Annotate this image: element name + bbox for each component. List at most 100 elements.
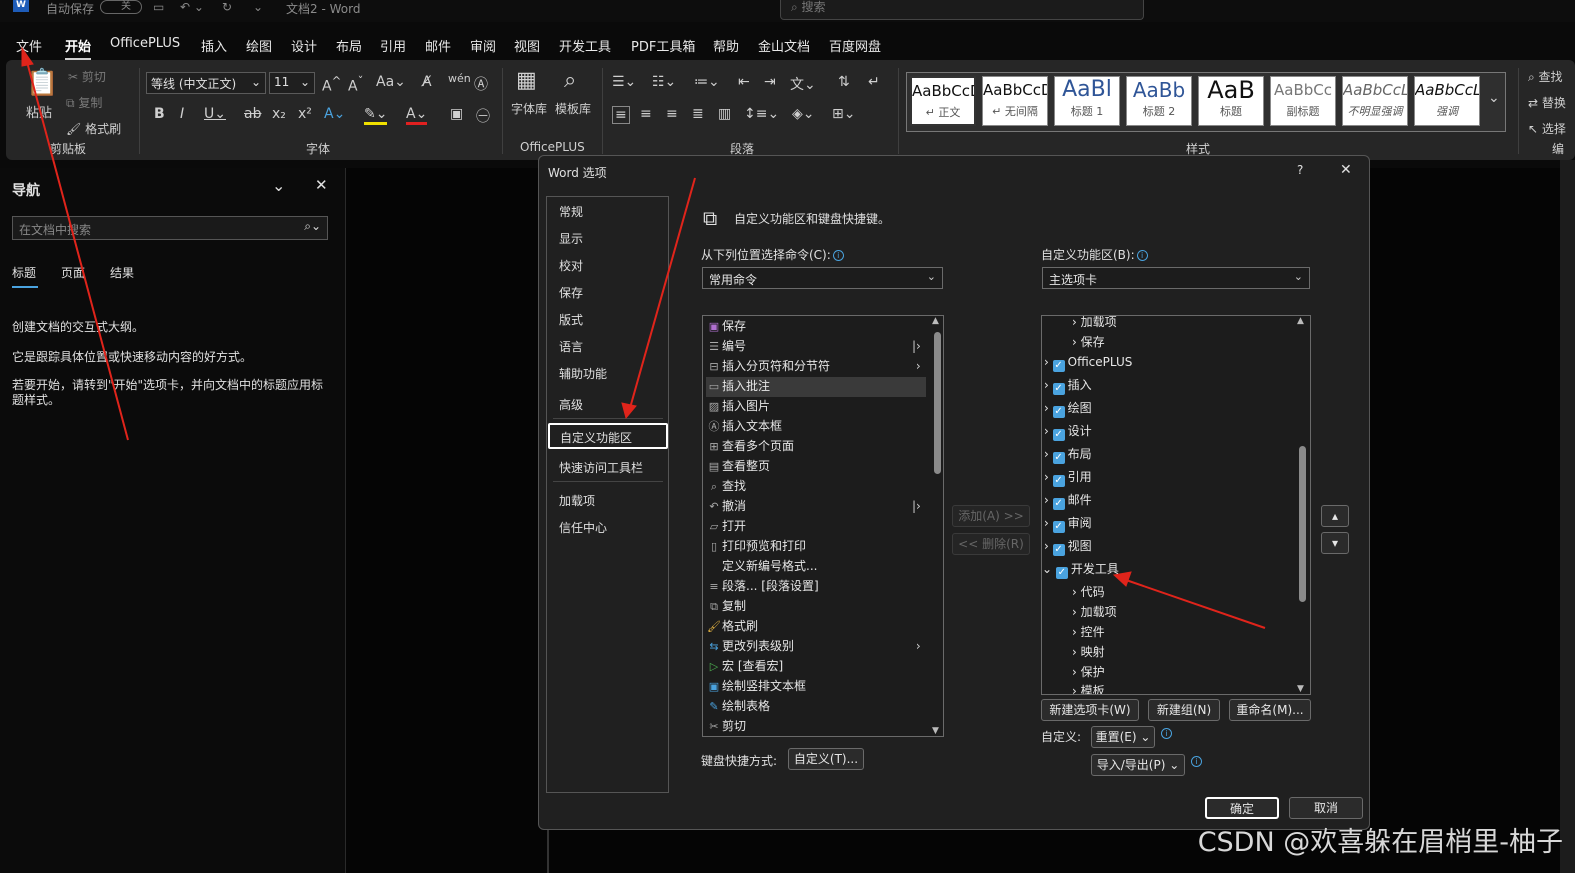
vertical-scrollbar[interactable] [1560, 160, 1575, 873]
style-normal[interactable]: AaBbCcD ↵ 正文 [910, 76, 976, 126]
list-item[interactable]: ▣ 保存 [706, 317, 926, 337]
customize-keyboard-button[interactable]: 自定义(T)... [788, 748, 864, 770]
customize-ribbon-select[interactable]: 主选项卡 ⌄ [1042, 267, 1310, 289]
tree-item[interactable]: › 加载项 [1072, 603, 1117, 623]
commands-scrollbar[interactable]: ▲ ▼ [931, 316, 943, 736]
category-language[interactable]: 语言 [559, 338, 583, 355]
tree-item[interactable]: › 保护 [1072, 663, 1105, 683]
nav-tab-pages[interactable]: 页面 [61, 264, 85, 281]
checkbox-checked-icon[interactable]: ✓ [1052, 498, 1065, 510]
tree-item[interactable]: › ✓ 视图 [1044, 537, 1092, 557]
style-emphasis[interactable]: AaBbCcL 强调 [1414, 76, 1480, 126]
list-item[interactable]: ☰ 编号 |› [706, 337, 926, 357]
tab-officeplus[interactable]: OfficePLUS [110, 36, 180, 51]
tree-item[interactable]: › 代码 [1072, 583, 1105, 603]
category-proofing[interactable]: 校对 [559, 257, 583, 274]
tree-item[interactable]: › 控件 [1072, 623, 1105, 643]
style-title[interactable]: AaB 标题 [1198, 76, 1264, 126]
template-library-button[interactable]: 模板库 [555, 100, 591, 117]
text-effects-icon[interactable]: A⌄ [324, 106, 345, 122]
scrollbar-thumb[interactable] [934, 332, 941, 474]
font-library-icon[interactable]: ▦ [516, 68, 537, 93]
close-icon[interactable]: ✕ [1340, 162, 1352, 178]
char-shading-icon[interactable]: ▣ [450, 106, 463, 122]
font-size-select[interactable]: 11 ⌄ [269, 72, 315, 94]
rename-button[interactable]: 重命名(M)... [1229, 699, 1311, 721]
shading-icon[interactable]: ◈⌄ [792, 106, 815, 122]
list-item[interactable]: ▷ 宏 [查看宏] [706, 657, 926, 677]
import-export-button[interactable]: 导入/导出(P) ⌄ [1091, 754, 1185, 776]
info-icon[interactable]: i [1136, 250, 1148, 261]
underline-icon[interactable]: U⌄ [204, 106, 226, 122]
highlight-icon[interactable]: ✎⌄ [364, 106, 388, 125]
list-item[interactable]: 定义新编号格式... [706, 557, 926, 577]
checkbox-checked-icon[interactable]: ✓ [1052, 429, 1065, 441]
tree-item[interactable]: › ✓ 绘图 [1044, 399, 1092, 419]
style-subtle-emphasis[interactable]: AaBbCcL 不明显强调 [1342, 76, 1408, 126]
copy-button[interactable]: ⧉ 复制 [66, 94, 102, 111]
line-spacing-icon[interactable]: ↕≡⌄ [744, 106, 779, 122]
tree-item[interactable]: › 模板 [1072, 682, 1105, 694]
replace-button[interactable]: ⇄ 替换 [1528, 94, 1566, 111]
tree-scrollbar[interactable]: ▲ ▼ [1296, 316, 1308, 694]
list-item[interactable]: ⧉ 复制 [706, 597, 926, 617]
list-item[interactable]: ▣ 绘制竖排文本框 [706, 677, 926, 697]
tab-draw[interactable]: 绘图 [246, 36, 272, 55]
find-button[interactable]: ⌕ 查找 [1528, 68, 1563, 85]
nav-search-input[interactable]: 在文档中搜索 ⌕⌄ [12, 216, 328, 240]
list-item[interactable]: ▨ 插入图片 [706, 397, 926, 417]
list-item[interactable]: ⌕ 查找 [706, 477, 926, 497]
new-tab-button[interactable]: 新建选项卡(W) [1041, 699, 1139, 721]
subscript-icon[interactable]: x₂ [272, 106, 286, 122]
tab-insert[interactable]: 插入 [201, 36, 227, 55]
tab-layout[interactable]: 布局 [336, 36, 362, 55]
category-accessibility[interactable]: 辅助功能 [559, 365, 607, 382]
tab-review[interactable]: 审阅 [470, 36, 496, 55]
tab-references[interactable]: 引用 [380, 36, 406, 55]
tab-file[interactable]: 文件 [16, 36, 42, 55]
template-library-icon[interactable]: ⌕ [564, 68, 576, 93]
tree-item[interactable]: › ✓ 设计 [1044, 422, 1092, 442]
help-icon[interactable]: ? [1297, 163, 1303, 177]
char-border-icon[interactable]: Ⓐ [474, 74, 488, 94]
numbering-icon[interactable]: ☷⌄ [652, 74, 676, 90]
enclose-chars-icon[interactable]: ㊀ [476, 106, 490, 126]
tree-item[interactable]: › ✓ 邮件 [1044, 491, 1092, 511]
checkbox-checked-icon[interactable]: ✓ [1052, 544, 1065, 556]
borders-icon[interactable]: ⊞⌄ [832, 106, 855, 122]
list-item[interactable]: ⊞ 查看多个页面 [706, 437, 926, 457]
cancel-button[interactable]: 取消 [1289, 797, 1363, 819]
list-item[interactable]: ✂ 剪切 [706, 717, 926, 736]
list-item[interactable]: ⊟ 插入分页符和分节符 › [706, 357, 926, 377]
cut-button[interactable]: ✂ 剪切 [68, 68, 106, 85]
nav-tab-headings[interactable]: 标题 [12, 264, 36, 281]
add-button[interactable]: 添加(A) >> [952, 505, 1030, 527]
distributed-icon[interactable]: ▥ [718, 106, 731, 122]
new-group-button[interactable]: 新建组(N) [1148, 699, 1220, 721]
commands-list[interactable]: ▣ 保存 ☰ 编号 |› ⊟ 插入分页符和分节符 › ▭ 插入批注 ▨ 插入图片 Ⓐ 插入文本… [702, 315, 944, 737]
category-typography[interactable]: 版式 [559, 311, 583, 328]
tree-item[interactable]: › 映射 [1072, 643, 1105, 663]
tab-pdf-toolbox[interactable]: PDF工具箱 [631, 36, 695, 55]
justify-icon[interactable]: ≣ [692, 106, 704, 122]
move-down-button[interactable]: ▾ [1321, 532, 1349, 554]
list-item[interactable]: ✎ 绘制表格 [706, 697, 926, 717]
checkbox-checked-icon[interactable]: ✓ [1052, 475, 1065, 487]
info-icon[interactable]: i [1191, 756, 1202, 767]
list-item[interactable]: 🖌格式刷 [706, 617, 926, 637]
category-trust-center[interactable]: 信任中心 [559, 519, 607, 536]
info-icon[interactable]: i [832, 250, 844, 261]
format-painter-button[interactable]: 🖌 格式刷 [66, 120, 121, 137]
tab-help[interactable]: 帮助 [713, 36, 739, 55]
category-general[interactable]: 常规 [559, 203, 583, 220]
font-color-icon[interactable]: A⌄ [406, 106, 428, 125]
tree-item[interactable]: › ✓ 引用 [1044, 468, 1092, 488]
tree-item[interactable]: › 加载项 [1072, 316, 1117, 333]
list-item[interactable]: ▭ 插入批注 [706, 377, 926, 397]
bold-icon[interactable]: B [154, 106, 165, 122]
tree-item[interactable]: › ✓ OfficePLUS [1044, 353, 1132, 373]
show-marks-icon[interactable]: ↵ [868, 74, 880, 90]
styles-more-icon[interactable]: ⌄ [1488, 90, 1500, 106]
nav-options-icon[interactable]: ⌄ [272, 176, 285, 195]
tab-view[interactable]: 视图 [514, 36, 540, 55]
